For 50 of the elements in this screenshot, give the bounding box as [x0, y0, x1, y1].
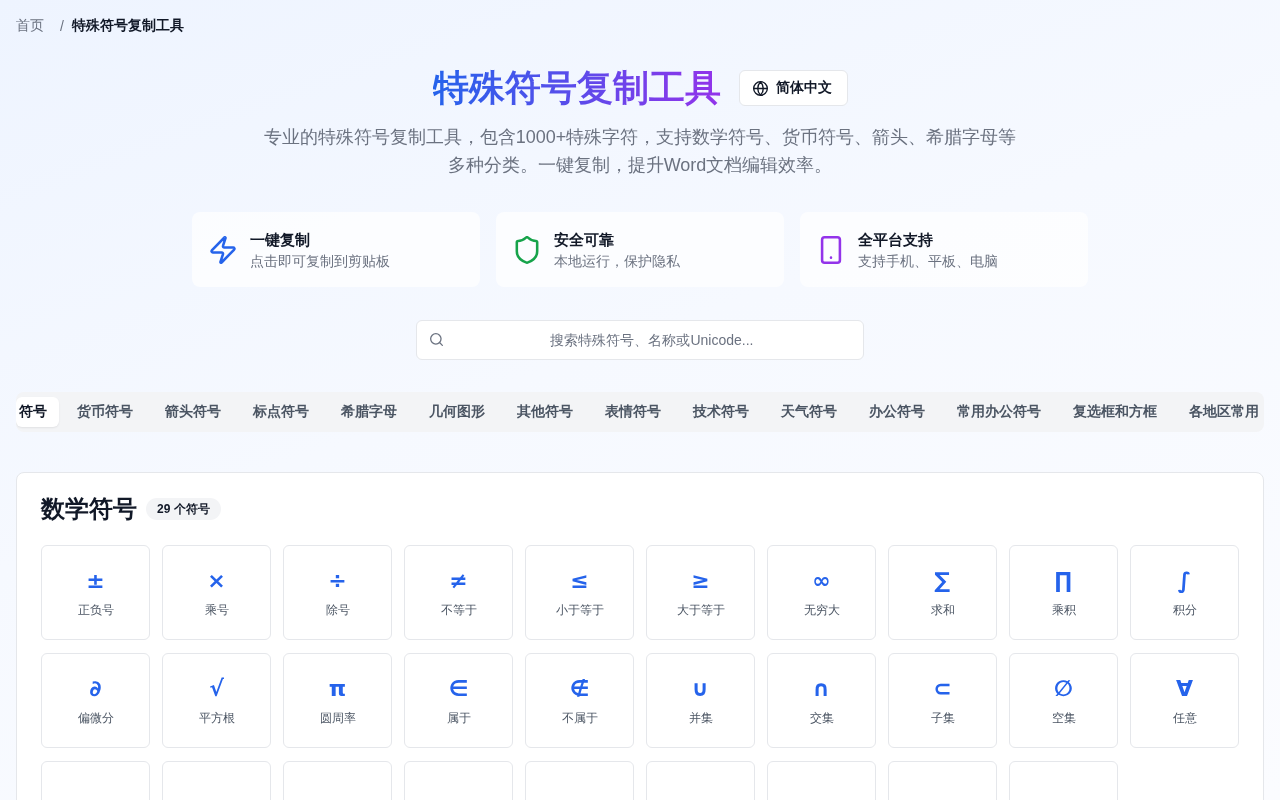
- category-tab[interactable]: 各地区常用: [1175, 397, 1261, 427]
- symbol-button[interactable]: ∩ 交集: [767, 653, 876, 748]
- category-tab[interactable]: 箭头符号: [151, 397, 235, 427]
- category-tab[interactable]: 常用办公符号: [943, 397, 1055, 427]
- feature-title: 安全可靠: [554, 229, 615, 250]
- category-tab[interactable]: 其他符号: [503, 397, 587, 427]
- symbol-button[interactable]: ≤ 小于等于: [525, 545, 634, 640]
- symbol-button[interactable]: ± 正负号: [41, 545, 150, 640]
- symbol-button[interactable]: ∏ 乘积: [1009, 545, 1118, 640]
- category-tab[interactable]: 标点符号: [239, 397, 323, 427]
- breadcrumb-current: 特殊符号复制工具: [71, 17, 184, 35]
- breadcrumb-separator: /: [60, 18, 64, 34]
- symbol-button[interactable]: × 乘号: [162, 545, 271, 640]
- category-tab[interactable]: 天气符号: [767, 397, 851, 427]
- feature-description: 支持手机、平板、电脑: [858, 251, 998, 271]
- symbol-button[interactable]: ≠ 不等于: [404, 545, 513, 640]
- category-tab[interactable]: 办公符号: [855, 397, 939, 427]
- feature-description: 本地运行，保护隐私: [554, 251, 680, 271]
- symbol-button[interactable]: ∈ 属于: [404, 653, 513, 748]
- feature-title: 一键复制: [250, 229, 311, 250]
- symbol-button[interactable]: ⊂ 子集: [888, 653, 997, 748]
- symbol-button[interactable]: ∉ 不属于: [525, 653, 634, 748]
- symbol-button[interactable]: ∫ 积分: [1130, 545, 1239, 640]
- category-tab[interactable]: 表情符号: [591, 397, 675, 427]
- breadcrumb-link[interactable]: 首页: [16, 17, 44, 35]
- symbol-button[interactable]: ∑ 求和: [888, 545, 997, 640]
- symbol-button[interactable]: ∪ 并集: [646, 653, 755, 748]
- symbol-button[interactable]: √ 平方根: [162, 653, 271, 748]
- feature-title: 全平台支持: [858, 229, 934, 250]
- symbol-button[interactable]: ∞ 无穷大: [767, 545, 876, 640]
- search-field[interactable]: 搜索特殊符号、名称或Unicode...: [416, 320, 864, 360]
- search-icon: [430, 333, 443, 346]
- symbol-button[interactable]: ∅ 空集: [1009, 653, 1118, 748]
- symbol-button[interactable]: ÷ 除号: [283, 545, 392, 640]
- section-title: 数学符号: [41, 494, 137, 524]
- category-tab[interactable]: 货币符号: [63, 397, 147, 427]
- symbol-button[interactable]: ∀ 任意: [1130, 653, 1239, 748]
- page-description: 专业的特殊符号复制工具，包含1000+特殊字符，支持数学符号、货币符号、箭头、希腊字母等多种分类。一键复制，提升Word文档编辑效率。: [262, 126, 1018, 177]
- category-tab[interactable]: 希腊字母: [327, 397, 411, 427]
- category-tab[interactable]: 几何图形: [415, 397, 499, 427]
- feature-description: 点击即可复制到剪贴板: [250, 251, 390, 271]
- category-tab[interactable]: 复选框和方框: [1059, 397, 1171, 427]
- symbol-button[interactable]: ≥ 大于等于: [646, 545, 755, 640]
- language-button[interactable]: 简体中文: [738, 70, 848, 106]
- globe-icon: [752, 80, 768, 96]
- symbol-button[interactable]: π 圆周率: [283, 653, 392, 748]
- count-badge: 29 个符号: [146, 498, 221, 520]
- category-tab[interactable]: 技术符号: [679, 397, 763, 427]
- symbol-button[interactable]: ∂ 偏微分: [41, 653, 150, 748]
- category-tab[interactable]: 符号: [16, 397, 59, 427]
